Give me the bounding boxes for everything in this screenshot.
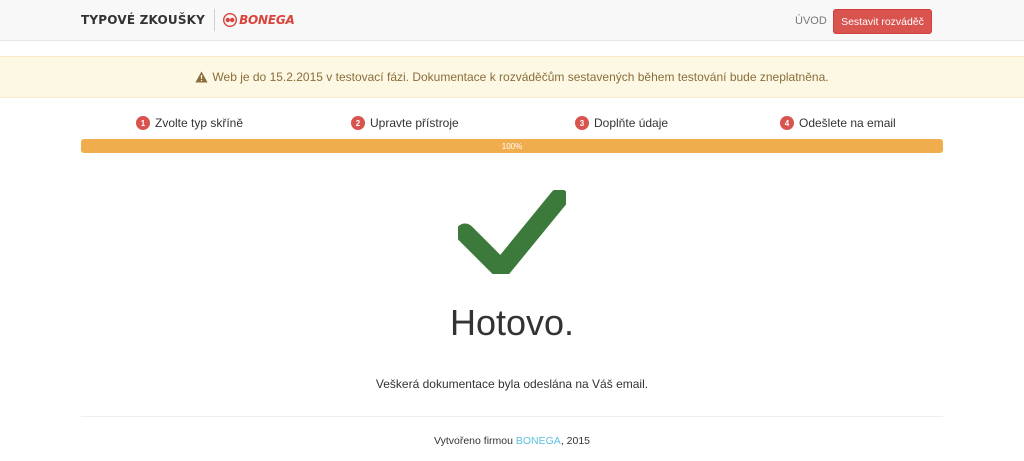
footer: Vytvořeno firmou BONEGA, 2015	[0, 435, 1024, 447]
footer-divider	[81, 416, 943, 417]
brand-title: TYPOVÉ ZKOUŠKY	[81, 13, 206, 27]
step-label: Zvolte typ skříně	[155, 116, 244, 130]
bonega-logo-icon	[223, 13, 238, 27]
success-check	[455, 188, 569, 279]
alert-text: Web je do 15.2.2015 v testovací fázi. Do…	[212, 70, 829, 84]
step-3: 3 Doplňte údaje	[575, 116, 668, 130]
progress-bar: 100%	[81, 139, 943, 153]
step-2: 2 Upravte přístroje	[351, 116, 459, 130]
step-number: 4	[780, 116, 794, 130]
step-label: Doplňte údaje	[594, 116, 669, 130]
brand-link[interactable]: TYPOVÉ ZKOUŠKY BONEGA	[81, 9, 295, 31]
build-switchboard-button[interactable]: Sestavit rozváděč	[833, 9, 932, 34]
footer-bonega-link[interactable]: BONEGA	[516, 435, 561, 447]
footer-prefix: Vytvořeno firmou	[433, 435, 516, 447]
logo-text: BONEGA	[239, 13, 295, 27]
step-label: Odešlete na email	[799, 116, 896, 130]
bonega-logo: BONEGA	[223, 13, 295, 27]
step-1: 1 Zvolte typ skříně	[136, 116, 243, 130]
page-title: Hotovo.	[449, 302, 575, 343]
footer-suffix: , 2015	[560, 435, 591, 447]
warning-icon	[195, 71, 209, 83]
navbar: TYPOVÉ ZKOUŠKY BONEGA ÚVOD Sestavit rozv…	[0, 0, 1024, 41]
step-number: 1	[136, 116, 150, 130]
step-number: 3	[575, 116, 589, 130]
testing-phase-alert: Web je do 15.2.2015 v testovací fázi. Do…	[0, 56, 1024, 98]
checkmark-icon	[455, 188, 569, 279]
step-label: Upravte přístroje	[370, 116, 459, 130]
success-message: Veškerá dokumentace byla odeslána na Váš…	[375, 377, 649, 391]
brand-separator	[214, 9, 216, 31]
step-4: 4 Odešlete na email	[780, 116, 896, 130]
nav-home-link[interactable]: ÚVOD	[795, 15, 827, 27]
progress-track: 100%	[81, 139, 943, 153]
wizard-steps: 1 Zvolte typ skříně 2 Upravte přístroje …	[81, 112, 943, 136]
step-number: 2	[351, 116, 365, 130]
